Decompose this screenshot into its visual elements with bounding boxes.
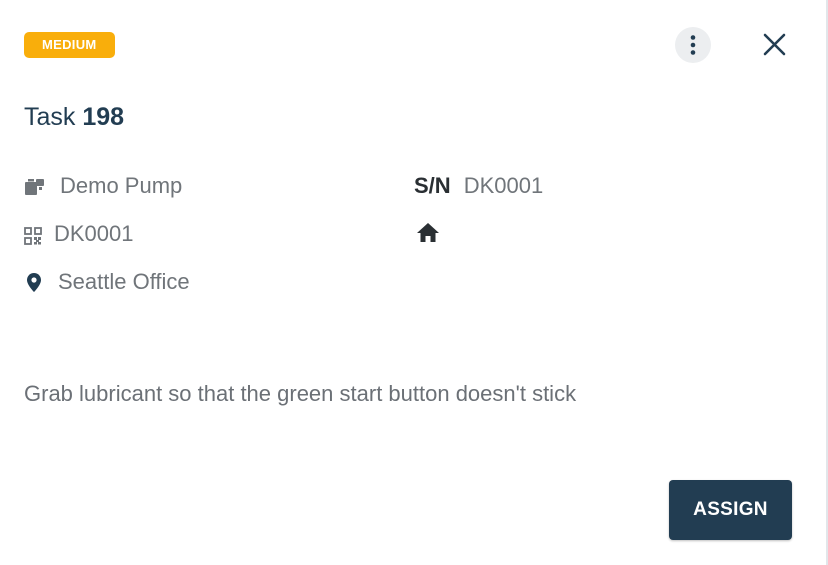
location-row: Seattle Office xyxy=(24,269,190,295)
asset-name[interactable]: Demo Pump xyxy=(60,173,182,199)
home-icon xyxy=(416,221,440,243)
home-row xyxy=(416,221,454,243)
task-card: MEDIUM Task 198 Demo Pump S/N DK0001 DK0… xyxy=(0,0,828,565)
qr-code-icon xyxy=(24,225,42,245)
code-value: DK0001 xyxy=(54,221,134,246)
task-number: 198 xyxy=(82,103,125,131)
location-name[interactable]: Seattle Office xyxy=(58,269,190,295)
serial-row: S/N DK0001 xyxy=(414,173,543,199)
priority-badge: MEDIUM xyxy=(24,32,115,58)
more-options-button[interactable] xyxy=(675,27,711,63)
serial-label: S/N xyxy=(414,173,451,198)
vertical-dots-icon xyxy=(690,35,696,55)
close-icon xyxy=(763,33,786,56)
task-description: Grab lubricant so that the green start b… xyxy=(24,381,577,406)
assign-button[interactable]: ASSIGN xyxy=(669,480,792,540)
serial-value: DK0001 xyxy=(463,173,544,198)
task-title-prefix: Task xyxy=(24,103,76,131)
close-button[interactable] xyxy=(758,29,790,61)
asset-row: Demo Pump xyxy=(24,173,182,199)
task-title: Task 198 xyxy=(24,103,124,132)
asset-icon xyxy=(24,175,46,197)
location-pin-icon xyxy=(24,271,44,293)
code-row: DK0001 xyxy=(24,221,134,247)
